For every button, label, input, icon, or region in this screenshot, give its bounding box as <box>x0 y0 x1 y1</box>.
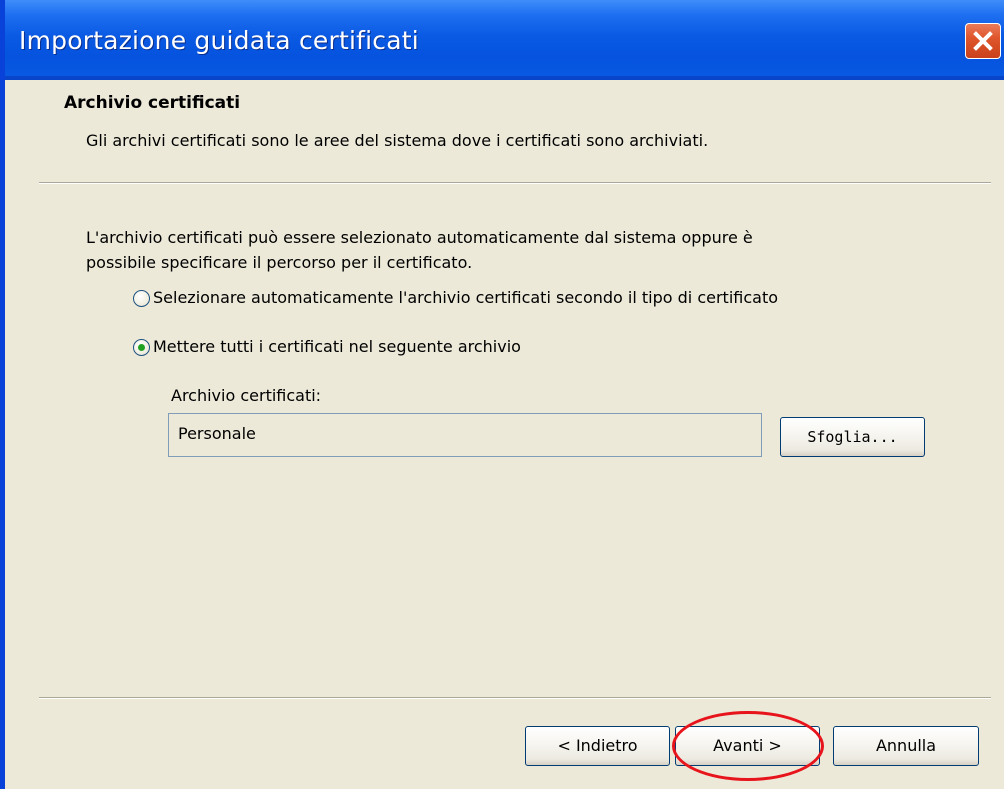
radio-place-in-store[interactable] <box>133 339 150 356</box>
certificate-import-wizard-window: Importazione guidata certificati Archivi… <box>0 0 1004 789</box>
close-button[interactable] <box>965 23 1001 59</box>
page-title: Archivio certificati <box>64 93 241 113</box>
title-bar[interactable]: Importazione guidata certificati <box>5 0 1004 80</box>
radio-place-in-store-label[interactable]: Mettere tutti i certificati nel seguente… <box>153 337 521 356</box>
intro-text-line-1: L'archivio certificati può essere selezi… <box>86 228 753 247</box>
next-button[interactable]: Avanti > <box>675 726 820 766</box>
browse-button[interactable]: Sfoglia... <box>780 417 925 457</box>
intro-text-line-2: possibile specificare il percorso per il… <box>86 253 473 272</box>
certificate-store-field[interactable]: Personale <box>168 413 762 457</box>
radio-auto-select[interactable] <box>133 290 150 307</box>
radio-auto-select-label[interactable]: Selezionare automaticamente l'archivio c… <box>153 288 778 307</box>
close-icon <box>973 31 993 51</box>
footer-divider <box>39 697 991 699</box>
page-description: Gli archivi certificati sono le aree del… <box>86 131 709 150</box>
cancel-button[interactable]: Annulla <box>833 726 979 766</box>
header-divider <box>39 182 991 184</box>
radio-selected-dot <box>138 344 145 351</box>
certificate-store-label: Archivio certificati: <box>171 386 322 405</box>
window-title: Importazione guidata certificati <box>19 26 419 55</box>
back-button[interactable]: < Indietro <box>525 726 670 766</box>
